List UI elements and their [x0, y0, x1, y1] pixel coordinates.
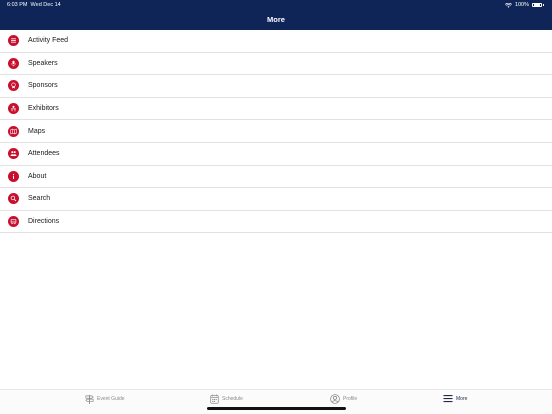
- search-icon: [8, 193, 19, 205]
- tab-label: More: [456, 395, 468, 402]
- signpost-icon: [85, 394, 94, 404]
- menu-item-label: Exhibitors: [28, 105, 59, 113]
- tab-label: Event Guide: [97, 396, 125, 402]
- menu-item-activity-feed[interactable]: Activity Feed: [0, 30, 552, 53]
- battery-percentage: 100%: [514, 2, 529, 8]
- status-bar-date: Wed Dec 14: [30, 2, 61, 8]
- menu-item-label: Search: [28, 195, 51, 203]
- wifi-icon: [504, 2, 512, 8]
- menu-item-maps[interactable]: Maps: [0, 120, 552, 143]
- top-bar: 6:03 PM Wed Dec 14 100% More: [0, 0, 552, 30]
- menu-item-about[interactable]: About: [0, 166, 552, 189]
- status-bar-time: 6:03 PM Wed Dec 14: [7, 2, 61, 8]
- info-icon: [8, 170, 19, 182]
- home-indicator: [207, 407, 346, 410]
- maps-icon: [8, 125, 19, 137]
- menu-item-label: Maps: [28, 127, 46, 135]
- status-bar-right: 100%: [504, 2, 544, 8]
- tab-bar: Event Guide Schedule Profile More: [0, 389, 552, 414]
- menu-item-label: About: [28, 172, 47, 180]
- menu-item-exhibitors[interactable]: Exhibitors: [0, 98, 552, 121]
- menu-item-directions[interactable]: Directions: [0, 211, 552, 234]
- page-title: More: [267, 15, 285, 24]
- menu-item-speakers[interactable]: Speakers: [0, 53, 552, 76]
- tab-event-guide[interactable]: Event Guide: [85, 394, 125, 404]
- menu-item-label: Directions: [28, 218, 60, 226]
- calendar-icon: [210, 394, 219, 404]
- menu-item-label: Activity Feed: [28, 37, 69, 45]
- tab-label: Schedule: [222, 396, 243, 402]
- tab-schedule[interactable]: Schedule: [210, 394, 243, 404]
- menu-item-sponsors[interactable]: Sponsors: [0, 75, 552, 98]
- menu-item-label: Speakers: [28, 59, 58, 67]
- attendees-icon: [8, 148, 19, 160]
- menu-item-label: Sponsors: [28, 82, 58, 90]
- directions-icon: [8, 216, 19, 228]
- sponsors-icon: [8, 80, 19, 92]
- activity-feed-icon: [8, 35, 19, 47]
- user-circle-icon: [330, 394, 340, 404]
- menu-item-attendees[interactable]: Attendees: [0, 143, 552, 166]
- tab-label: Profile: [343, 396, 358, 402]
- menu-item-label: Attendees: [28, 150, 60, 158]
- hamburger-menu-icon: [443, 395, 453, 403]
- speakers-icon: [8, 57, 19, 69]
- more-menu-list: Activity Feed Speakers Sponsors Exhibito…: [0, 30, 552, 234]
- exhibitors-icon: [8, 103, 19, 115]
- menu-item-search[interactable]: Search: [0, 188, 552, 211]
- tab-profile[interactable]: Profile: [330, 394, 357, 404]
- battery-icon: [532, 2, 542, 8]
- tab-more[interactable]: More: [443, 394, 467, 403]
